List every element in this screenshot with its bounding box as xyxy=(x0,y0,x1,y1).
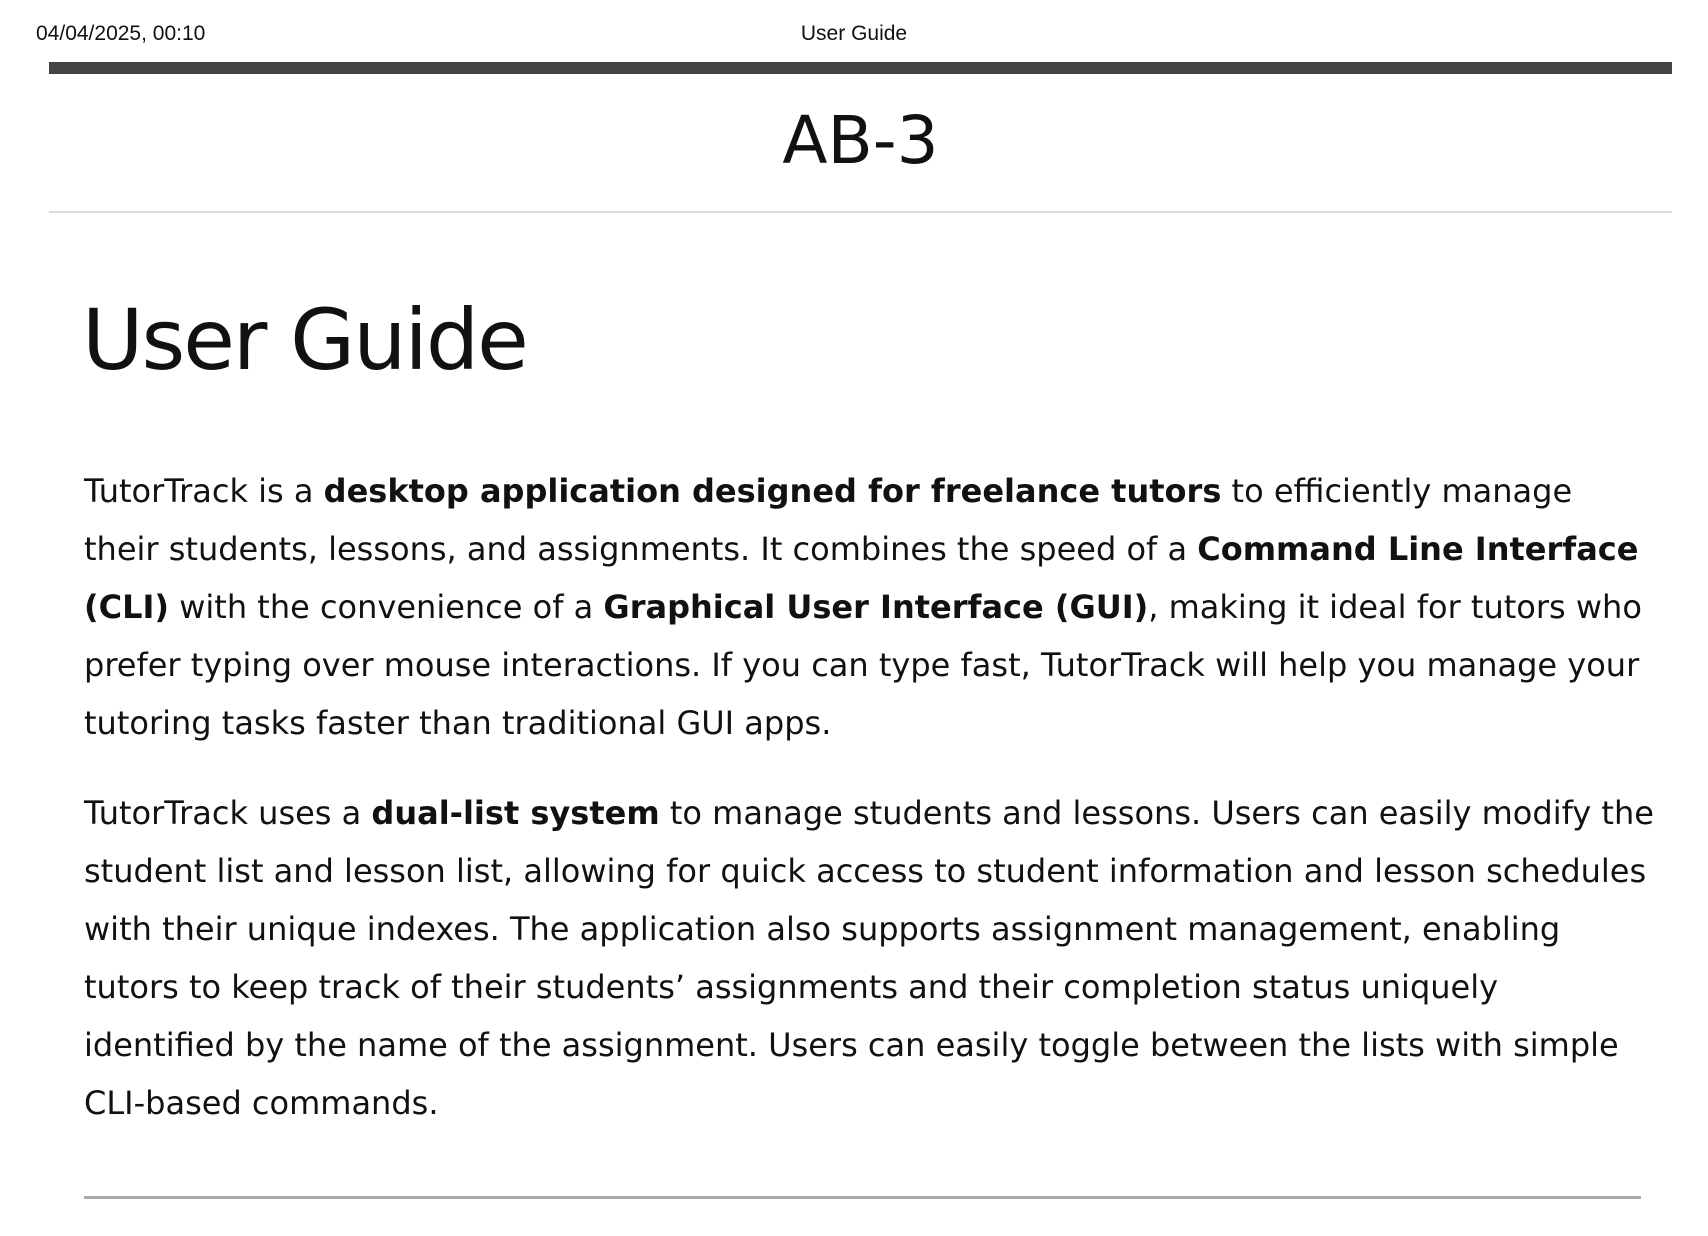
text-segment: with the convenience of a xyxy=(169,588,604,626)
text-segment: TutorTrack uses a xyxy=(84,794,372,832)
bold-text-segment: dual-list system xyxy=(371,794,660,832)
text-segment: TutorTrack is a xyxy=(84,472,324,510)
intro-paragraph: TutorTrack is a desktop application desi… xyxy=(84,462,1654,752)
text-segment: to manage students and lessons. Users ca… xyxy=(84,794,1654,1122)
site-title[interactable]: AB-3 xyxy=(49,96,1672,186)
content-body: TutorTrack is a desktop application desi… xyxy=(84,462,1654,1164)
print-page-title: User Guide xyxy=(800,22,908,45)
bold-text-segment: Graphical User Interface (GUI) xyxy=(603,588,1149,626)
header-divider xyxy=(49,211,1672,213)
page-heading: User Guide xyxy=(82,291,529,389)
print-header: 04/04/2025, 00:10 User Guide xyxy=(0,22,1708,48)
section-divider xyxy=(84,1196,1641,1199)
header-bar xyxy=(49,62,1672,74)
dual-list-paragraph: TutorTrack uses a dual-list system to ma… xyxy=(84,784,1654,1132)
bold-text-segment: desktop application designed for freelan… xyxy=(323,472,1222,510)
